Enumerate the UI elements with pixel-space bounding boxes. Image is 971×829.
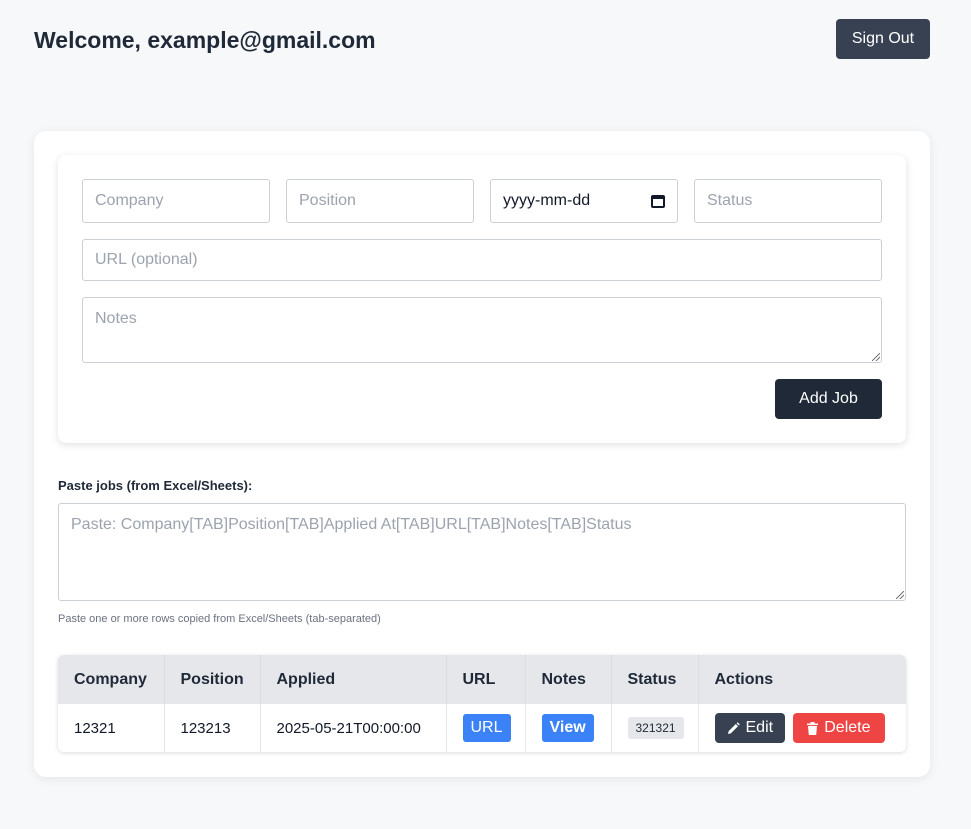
url-input[interactable]: [82, 239, 882, 281]
notes-input[interactable]: [82, 297, 882, 363]
col-header-notes: Notes: [525, 655, 612, 704]
url-link-button[interactable]: URL: [462, 714, 511, 742]
cell-status: 321321: [611, 704, 699, 752]
sign-out-button[interactable]: Sign Out: [836, 19, 930, 59]
cell-company: 12321: [58, 704, 165, 752]
cell-actions: Edit Delete: [698, 704, 906, 752]
paste-resize-handle[interactable]: [896, 591, 904, 599]
trash-icon: [807, 721, 819, 735]
table-row: 12321 123213 2025-05-21T00:00:00 URL Vie…: [58, 704, 906, 752]
pencil-icon: [727, 721, 740, 734]
cell-position: 123213: [164, 704, 261, 752]
position-input[interactable]: [286, 179, 474, 223]
col-header-actions: Actions: [698, 655, 906, 704]
cell-notes: View: [525, 704, 612, 752]
status-badge: 321321: [627, 717, 684, 739]
date-input[interactable]: yyyy-mm-dd: [490, 179, 678, 223]
edit-button[interactable]: Edit: [714, 713, 786, 743]
company-input[interactable]: [82, 179, 270, 223]
col-header-applied: Applied: [260, 655, 447, 704]
add-job-form: yyyy-mm-dd Add Job: [58, 155, 906, 443]
col-header-position: Position: [164, 655, 261, 704]
col-header-url: URL: [446, 655, 526, 704]
status-input[interactable]: [694, 179, 882, 223]
cell-url: URL: [446, 704, 526, 752]
table-header-row: Company Position Applied URL Notes Statu…: [58, 655, 906, 704]
delete-button[interactable]: Delete: [793, 713, 885, 743]
jobs-table: Company Position Applied URL Notes Statu…: [58, 655, 906, 752]
view-notes-button[interactable]: View: [541, 714, 594, 742]
paste-jobs-input[interactable]: [58, 503, 906, 601]
add-job-button[interactable]: Add Job: [775, 379, 882, 419]
cell-applied: 2025-05-21T00:00:00: [260, 704, 447, 752]
date-value: yyyy-mm-dd: [503, 192, 591, 209]
edit-label: Edit: [745, 719, 774, 736]
welcome-heading: Welcome, example@gmail.com: [34, 27, 376, 53]
notes-resize-handle[interactable]: [872, 353, 880, 361]
paste-label: Paste jobs (from Excel/Sheets):: [58, 478, 253, 493]
calendar-icon[interactable]: [651, 194, 665, 208]
main-card: yyyy-mm-dd Add Job Paste jobs (from Exce…: [34, 131, 930, 777]
delete-label: Delete: [824, 719, 871, 736]
col-header-status: Status: [611, 655, 699, 704]
paste-hint: Paste one or more rows copied from Excel…: [58, 613, 381, 625]
col-header-company: Company: [58, 655, 165, 704]
